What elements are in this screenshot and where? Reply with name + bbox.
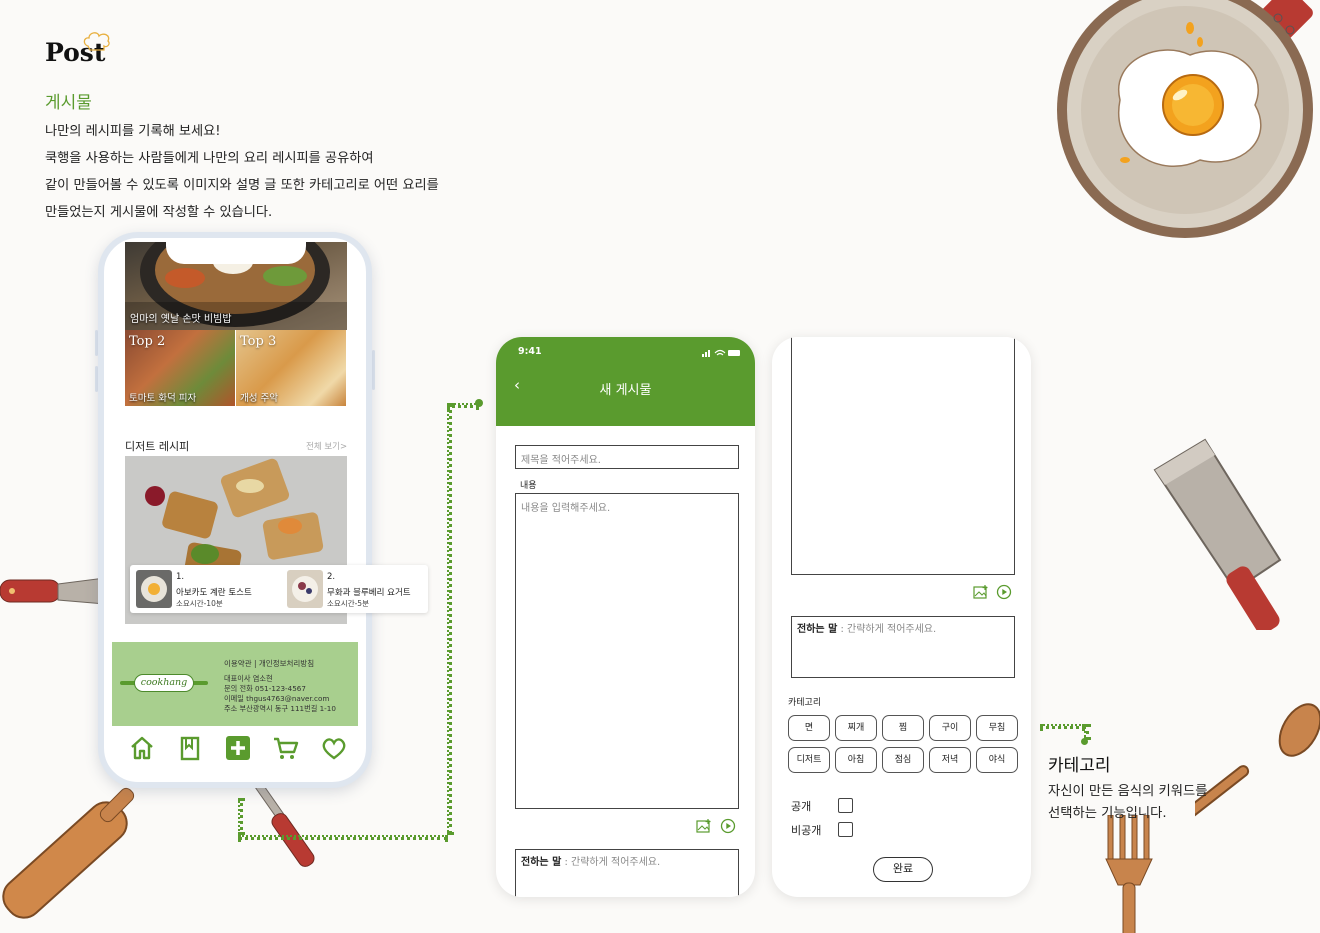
bookmark-icon[interactable]	[176, 734, 204, 762]
callout-description: 자신이 만든 음식의 키워드를 선택하는 기능입니다.	[1048, 784, 1208, 821]
status-time: 9:41	[518, 346, 542, 357]
category-chip-dinner[interactable]: 저녁	[929, 747, 971, 773]
play-video-icon[interactable]	[996, 584, 1012, 600]
content-label: 내용	[520, 481, 537, 491]
card-thumbnail	[136, 570, 172, 608]
category-chip-seasoned[interactable]: 무침	[976, 715, 1018, 741]
top2-recipe-tile[interactable]: Top 2 토마토 화덕 피자	[125, 330, 235, 406]
home-icon[interactable]	[128, 734, 156, 762]
connector-line	[447, 403, 452, 835]
category-chip-grilled[interactable]: 구이	[929, 715, 971, 741]
new-post-screen: 9:41 ‹ 새 게시물 제목을 적어주세요. 내용 내용을 입력해주세요. 전…	[496, 337, 755, 897]
category-label: 카테고리	[788, 698, 822, 708]
company-info: 대표이사 염소현 문의 전화 051-123-4567 이메일 thgus476…	[224, 674, 336, 713]
category-chip-dessert[interactable]: 디저트	[788, 747, 830, 773]
private-checkbox[interactable]	[838, 822, 853, 837]
see-all-link[interactable]: 전체 보기>	[306, 440, 347, 452]
phone-notch	[166, 238, 306, 264]
connector-dot	[1081, 738, 1088, 745]
public-label: 공개	[791, 800, 812, 813]
footer-links[interactable]: 이용약관 | 개인정보처리방침	[224, 658, 314, 669]
category-chip-stew[interactable]: 찌개	[835, 715, 877, 741]
frying-pan-illustration	[1057, 0, 1313, 238]
cart-icon[interactable]	[272, 734, 300, 762]
card-thumbnail	[287, 570, 323, 608]
dessert-cards: 1. 아보카도 계란 토스트 소요시간-10분 2. 무화과 블루베리 요거트 …	[130, 565, 428, 613]
chef-hat-icon	[83, 32, 110, 51]
category-screen: 전하는 말 : 간략하게 적어주세요. 카테고리 면 찌개 찜 구이 무침 디저…	[772, 337, 1031, 897]
public-checkbox[interactable]	[838, 798, 853, 813]
connector-line	[238, 835, 448, 840]
image-add-icon[interactable]	[696, 818, 712, 834]
category-chip-steamed[interactable]: 찜	[882, 715, 924, 741]
message-input[interactable]: 전하는 말 : 간략하게 적어주세요.	[515, 849, 739, 897]
wooden-spoon-illustration	[1195, 703, 1320, 830]
spatula-illustration	[255, 780, 315, 867]
knife-illustration	[0, 577, 105, 605]
category-chip-noodle[interactable]: 면	[788, 715, 830, 741]
phone-power-button	[372, 350, 375, 390]
rolling-pin-illustration	[2, 787, 135, 919]
connector-line	[1040, 724, 1085, 729]
image-add-icon[interactable]	[973, 584, 989, 600]
private-label: 비공개	[791, 824, 822, 837]
heart-icon[interactable]	[320, 734, 348, 762]
add-icon[interactable]	[224, 734, 252, 762]
category-chip-lunch[interactable]: 점심	[882, 747, 924, 773]
dessert-card-1[interactable]: 1. 아보카도 계란 토스트 소요시간-10분	[132, 569, 276, 609]
post-content-input[interactable]	[791, 337, 1015, 575]
connector-dot	[475, 399, 483, 407]
status-icons	[702, 349, 740, 357]
play-video-icon[interactable]	[720, 818, 736, 834]
cleaver-illustration	[1153, 438, 1282, 630]
done-button[interactable]: 완료	[873, 857, 933, 882]
home-phone-mockup: 엄마의 옛날 손맛 비빔밥 Top 2 토마토 화덕 피자 Top 3 개성 주…	[98, 232, 372, 788]
brand-logo: cookhang	[134, 674, 194, 692]
message-input[interactable]: 전하는 말 : 간략하게 적어주세요.	[791, 616, 1015, 678]
dessert-section-title: 디저트 레시피	[125, 440, 190, 453]
bottom-tab-bar	[112, 734, 358, 768]
top3-recipe-tile[interactable]: Top 3 개성 주악	[236, 330, 346, 406]
dessert-card-2[interactable]: 2. 무화과 블루베리 요거트 소요시간-5분	[283, 569, 427, 609]
new-post-title: 새 게시물	[599, 383, 652, 398]
post-title-input[interactable]: 제목을 적어주세요.	[515, 445, 739, 469]
post-content-input[interactable]: 내용을 입력해주세요.	[515, 493, 739, 809]
category-chip-late-night[interactable]: 야식	[976, 747, 1018, 773]
connector-line	[238, 798, 243, 835]
callout-title: 카테고리	[1048, 756, 1111, 776]
category-chip-breakfast[interactable]: 아침	[835, 747, 877, 773]
section-title: 게시물	[45, 93, 92, 113]
fork-illustration	[1105, 815, 1153, 933]
section-description: 나만의 레시피를 기록해 보세요! 쿡행을 사용하는 사람들에게 나만의 요리 …	[45, 124, 439, 220]
